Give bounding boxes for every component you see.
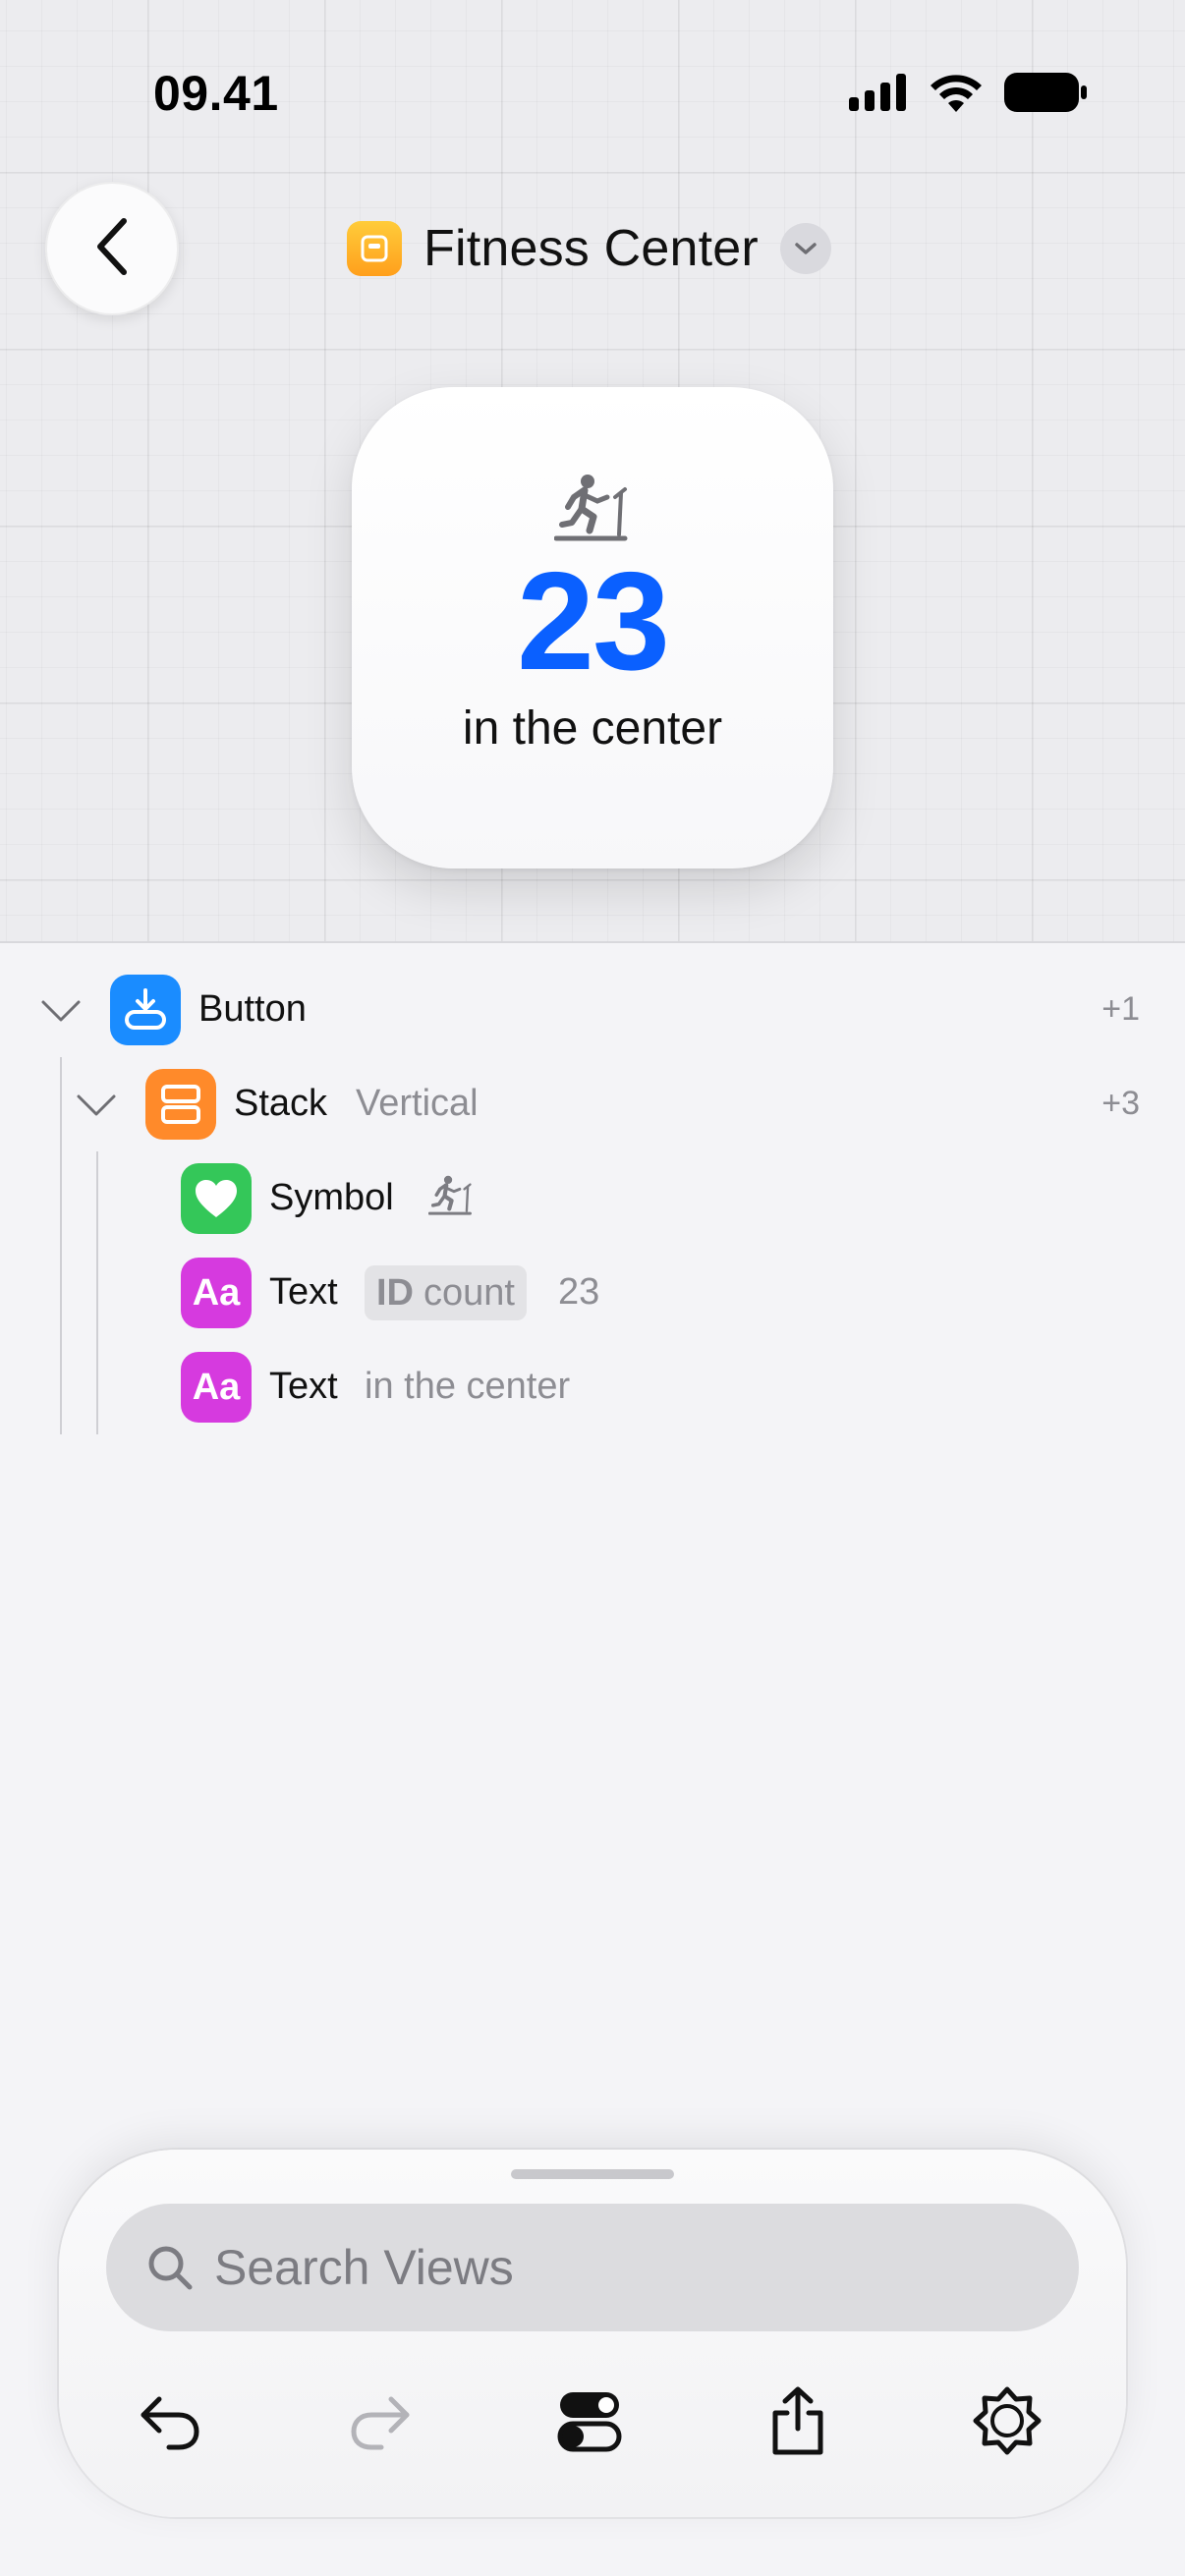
share-icon: [767, 2385, 828, 2461]
canvas-preview: 09.41 Fitness Center 23 in the center: [0, 0, 1185, 943]
button-icon: [110, 975, 181, 1045]
widget-count: 23: [517, 543, 670, 700]
text-icon-glyph: Aa: [192, 1271, 241, 1314]
child-count: +1: [1101, 990, 1140, 1028]
id-chip-name: count: [423, 1271, 515, 1314]
heart-icon: [181, 1163, 252, 1234]
back-button[interactable]: [45, 182, 179, 315]
node-label: Stack: [234, 1083, 328, 1124]
tree-row-symbol[interactable]: Symbol: [0, 1159, 1185, 1238]
search-views-field[interactable]: [106, 2204, 1079, 2331]
battery-icon: [1004, 73, 1087, 117]
text-icon: Aa: [181, 1352, 252, 1423]
cellular-signal-icon: [849, 74, 908, 116]
widget-title-menu[interactable]: Fitness Center: [347, 218, 831, 279]
node-detail: Vertical: [356, 1083, 479, 1124]
share-button[interactable]: [749, 2374, 847, 2472]
tree-row-text-caption[interactable]: Aa Text in the center: [0, 1348, 1185, 1427]
figure-run-treadmill-icon: [553, 474, 631, 551]
node-label: Button: [198, 988, 307, 1030]
bottom-toolbar-panel: [59, 2150, 1126, 2517]
widget-caption: in the center: [462, 702, 723, 755]
search-icon: [145, 2243, 195, 2292]
toggles-button[interactable]: [540, 2374, 639, 2472]
node-detail: 23: [558, 1271, 600, 1313]
sheet-grabber[interactable]: [511, 2169, 674, 2179]
node-detail: in the center: [365, 1366, 571, 1407]
tree-row-button[interactable]: Button +1: [0, 971, 1185, 1049]
text-icon-glyph: Aa: [192, 1366, 241, 1408]
wifi-icon: [930, 73, 983, 117]
redo-button[interactable]: [331, 2374, 429, 2472]
child-count: +3: [1101, 1085, 1140, 1122]
tree-row-text-count[interactable]: Aa Text ID count 23: [0, 1254, 1185, 1332]
widget-preview[interactable]: 23 in the center: [352, 387, 833, 868]
id-chip[interactable]: ID count: [365, 1265, 527, 1320]
disclosure-chevron-icon[interactable]: [73, 1081, 120, 1128]
undo-button[interactable]: [121, 2374, 219, 2472]
toggles-icon: [557, 2389, 622, 2457]
id-chip-prefix: ID: [376, 1271, 414, 1314]
settings-icon: [972, 2385, 1043, 2461]
text-icon: Aa: [181, 1258, 252, 1328]
chevron-left-icon: [92, 217, 132, 281]
node-label: Text: [269, 1366, 338, 1407]
page-title: Fitness Center: [423, 220, 759, 277]
settings-button[interactable]: [958, 2374, 1056, 2472]
status-icons: [849, 73, 1087, 117]
status-time: 09.41: [153, 66, 279, 121]
tree-row-stack[interactable]: Stack Vertical +3: [0, 1065, 1185, 1144]
chevron-down-icon[interactable]: [779, 223, 831, 274]
node-label: Symbol: [269, 1177, 394, 1218]
undo-icon: [138, 2391, 202, 2455]
redo-icon: [348, 2391, 413, 2455]
search-input[interactable]: [214, 2239, 1000, 2296]
widget-app-icon: [347, 221, 402, 276]
vstack-icon: [145, 1069, 216, 1140]
node-label: Text: [269, 1271, 338, 1313]
disclosure-chevron-icon[interactable]: [37, 986, 85, 1034]
figure-run-treadmill-icon: [427, 1175, 474, 1223]
